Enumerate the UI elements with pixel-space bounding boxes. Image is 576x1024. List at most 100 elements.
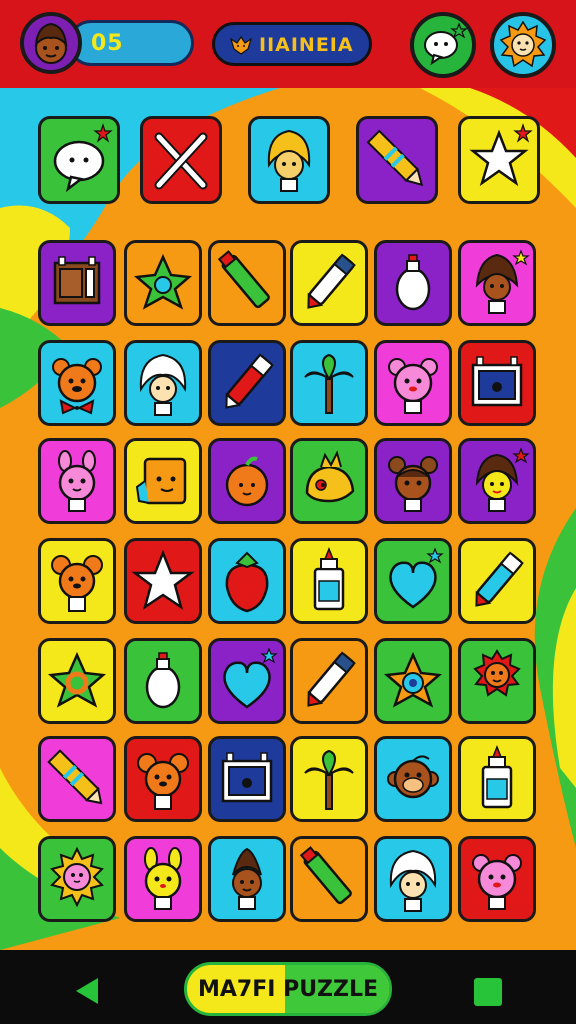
game-tile[interactable] [124,340,202,426]
game-tile[interactable] [208,438,286,524]
game-tile[interactable] [38,438,116,524]
tv-icon [471,356,523,407]
crossed-tools-icon [154,132,208,190]
glue-bottle-icon [313,546,345,611]
powerup-tile[interactable] [140,116,222,204]
game-tile[interactable] [208,638,286,724]
game-tile[interactable] [208,736,286,822]
home-label: MA7FI PUZZLE [197,976,379,1002]
game-tile[interactable] [290,538,368,624]
game-tile[interactable] [38,736,116,822]
game-board [0,88,576,950]
game-tile[interactable] [374,638,452,724]
heart-icon [223,647,278,709]
game-tile[interactable] [374,340,452,426]
level-title: IIAINEIA [259,34,354,56]
chat-bubble-icon [424,22,468,66]
mouse-icon [137,753,189,810]
box-creature-icon [135,457,187,505]
white-hair-girl-icon [389,849,437,912]
mouse-icon [51,555,103,612]
game-tile[interactable] [124,638,202,724]
bear-icon [52,358,102,415]
powerup-tile[interactable] [248,116,330,204]
lightbulb-icon [145,652,181,709]
game-tile[interactable] [208,836,286,922]
chat-button[interactable] [410,12,476,78]
player-avatar-icon [34,22,68,64]
white-hair-girl-icon [139,353,187,416]
game-tile[interactable] [290,736,368,822]
white-marker-icon [307,651,356,707]
level-title-pill: IIAINEIA [212,22,372,66]
blonde-girl-icon [267,129,311,192]
pink-bear-icon [472,854,522,910]
green-marker-icon [299,846,352,905]
game-tile[interactable] [458,340,536,426]
star-girl-icon [475,447,530,512]
window-icon [53,256,101,305]
green-marker-icon [217,250,270,309]
white-star-icon [131,549,195,610]
yellow-bunny-icon [144,847,182,910]
powerup-tile[interactable] [38,116,120,204]
game-tile[interactable] [290,340,368,426]
game-tile[interactable] [38,538,116,624]
powerup-tile[interactable] [356,116,438,204]
recent-square-icon[interactable] [474,978,502,1006]
game-tile[interactable] [458,438,536,524]
game-tile[interactable] [374,240,452,326]
pencil-icon [47,749,103,805]
lightbulb-icon [395,254,431,311]
green-star-icon [134,253,192,310]
game-tile[interactable] [124,736,202,822]
lion-icon [473,649,521,697]
game-tile[interactable] [38,638,116,724]
game-tile[interactable] [124,240,202,326]
palm-tree-icon [304,749,354,810]
ring-star-icon [48,651,106,708]
game-tile[interactable] [124,836,202,922]
red-marker-icon [225,353,274,409]
brown-girl-icon [232,847,262,910]
strawberry-icon [225,551,269,613]
game-tile[interactable] [290,836,368,922]
game-tile[interactable] [290,438,368,524]
star-icon [469,123,533,187]
game-tile[interactable] [458,836,536,922]
game-tile[interactable] [458,736,536,822]
home-button[interactable]: MA7FI PUZZLE [184,962,392,1016]
brown-bear-girl-icon [388,456,438,512]
game-tile[interactable] [458,240,536,326]
game-tile[interactable] [124,438,202,524]
pencil-icon [366,129,424,187]
game-tile[interactable] [374,538,452,624]
game-tile[interactable] [124,538,202,624]
sun-cat-icon [50,846,104,908]
game-tile[interactable] [38,240,116,326]
powerup-tile[interactable] [458,116,540,204]
score-display: 05 [68,20,194,66]
glue-bottle-icon [481,744,513,809]
back-triangle-icon[interactable] [72,976,102,1006]
game-tile[interactable] [290,638,368,724]
profile-button[interactable] [490,12,556,78]
white-marker-icon [307,253,356,309]
pink-bunny-icon [58,450,96,512]
yellow-bird-icon [305,450,355,503]
game-tile[interactable] [374,736,452,822]
score-value: 05 [91,31,124,56]
speech-bubble-icon [53,123,113,193]
game-tile[interactable] [208,340,286,426]
game-tile[interactable] [458,638,536,724]
game-tile[interactable] [290,240,368,326]
game-tile[interactable] [374,438,452,524]
heart-icon [389,547,444,609]
game-tile[interactable] [208,538,286,624]
player-avatar-button[interactable] [20,12,82,74]
game-tile[interactable] [374,836,452,922]
game-tile[interactable] [38,836,116,922]
game-tile[interactable] [208,240,286,326]
game-tile[interactable] [458,538,536,624]
game-tile[interactable] [38,340,116,426]
